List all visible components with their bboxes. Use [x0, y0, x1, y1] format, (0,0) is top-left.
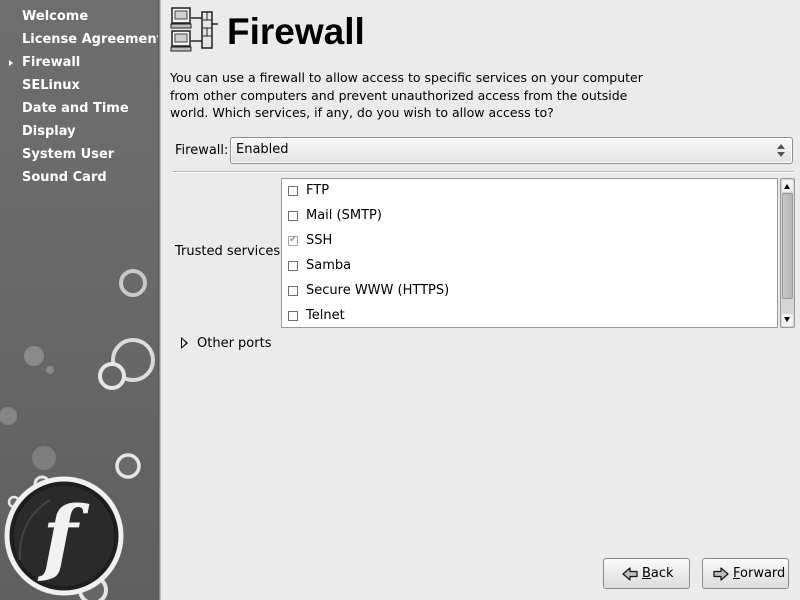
firewall-select[interactable]: Enabled: [230, 137, 793, 164]
service-label: Mail (SMTP): [306, 208, 382, 223]
service-row-mail-smtp[interactable]: Mail (SMTP): [282, 204, 777, 229]
sidebar-item-selinux[interactable]: SELinux: [0, 75, 158, 98]
sidebar-item-label: System User: [22, 147, 115, 162]
sidebar-item-license-agreement[interactable]: License Agreement: [0, 29, 158, 52]
service-row-samba[interactable]: Samba: [282, 254, 777, 279]
sidebar-item-label: Sound Card: [22, 170, 107, 185]
service-label: Samba: [306, 258, 352, 273]
service-row-secure-www[interactable]: Secure WWW (HTTPS): [282, 279, 777, 304]
back-button[interactable]: Back: [603, 558, 690, 589]
expander-arrow-icon: [181, 337, 188, 349]
sidebar-item-welcome[interactable]: Welcome: [0, 6, 158, 29]
arrow-right-icon: [713, 567, 729, 581]
sidebar-item-system-user[interactable]: System User: [0, 144, 158, 167]
sidebar-item-label: License Agreement: [22, 32, 158, 47]
back-button-label: Back: [642, 566, 674, 581]
sidebar-item-firewall[interactable]: Firewall: [0, 52, 158, 75]
sidebar-item-display[interactable]: Display: [0, 121, 158, 144]
services-scrollbar[interactable]: [780, 178, 795, 328]
sidebar-item-label: Date and Time: [22, 101, 129, 116]
arrow-left-icon: [622, 567, 638, 581]
sidebar: f Welcome License Agreement Firewall SEL…: [0, 0, 158, 600]
forward-button[interactable]: Forward: [702, 558, 789, 589]
firewall-label: Firewall:: [175, 143, 229, 158]
sidebar-item-date-and-time[interactable]: Date and Time: [0, 98, 158, 121]
scroll-down-button[interactable]: [782, 314, 793, 326]
service-label: Telnet: [306, 308, 345, 323]
service-checkbox-ftp[interactable]: [288, 186, 298, 196]
page-title: Firewall: [227, 11, 365, 52]
sidebar-nav: Welcome License Agreement Firewall SELin…: [0, 6, 158, 190]
service-checkbox-secure-www[interactable]: [288, 286, 298, 296]
scroll-up-button[interactable]: [782, 180, 793, 192]
trusted-services-list: FTP Mail (SMTP) ✔ SSH Samba Secure WWW (…: [281, 178, 778, 328]
service-label: FTP: [306, 183, 330, 198]
service-row-ssh[interactable]: ✔ SSH: [282, 229, 777, 254]
sidebar-divider: [158, 0, 161, 600]
other-ports-label: Other ports: [197, 336, 272, 351]
service-row-ftp[interactable]: FTP: [282, 179, 777, 204]
select-arrows-icon: [774, 141, 788, 160]
scrollbar-thumb[interactable]: [782, 193, 793, 299]
forward-button-label: Forward: [733, 566, 786, 581]
service-checkbox-ssh[interactable]: ✔: [288, 234, 298, 246]
service-row-telnet[interactable]: Telnet: [282, 304, 777, 327]
trusted-services-label: Trusted services:: [175, 244, 285, 259]
sidebar-item-label: Firewall: [22, 55, 81, 70]
firewall-description: You can use a firewall to allow access t…: [170, 70, 643, 120]
sidebar-item-sound-card[interactable]: Sound Card: [0, 167, 158, 190]
service-label: Secure WWW (HTTPS): [306, 283, 450, 298]
scroll-down-icon: [784, 317, 790, 322]
checkmark-icon: ✔: [289, 234, 298, 245]
service-label: SSH: [306, 233, 333, 248]
firewall-network-icon: [170, 7, 218, 52]
fedora-logo: f: [4, 476, 124, 596]
sidebar-item-label: SELinux: [22, 78, 80, 93]
service-checkbox-samba[interactable]: [288, 261, 298, 271]
section-divider: [172, 171, 794, 173]
current-step-arrow-icon: [9, 60, 13, 66]
sidebar-item-label: Welcome: [22, 9, 89, 24]
sidebar-item-label: Display: [22, 124, 76, 139]
firewall-select-value: Enabled: [236, 142, 289, 157]
service-checkbox-telnet[interactable]: [288, 311, 298, 321]
scroll-up-icon: [784, 184, 790, 189]
service-checkbox-mail-smtp[interactable]: [288, 211, 298, 221]
